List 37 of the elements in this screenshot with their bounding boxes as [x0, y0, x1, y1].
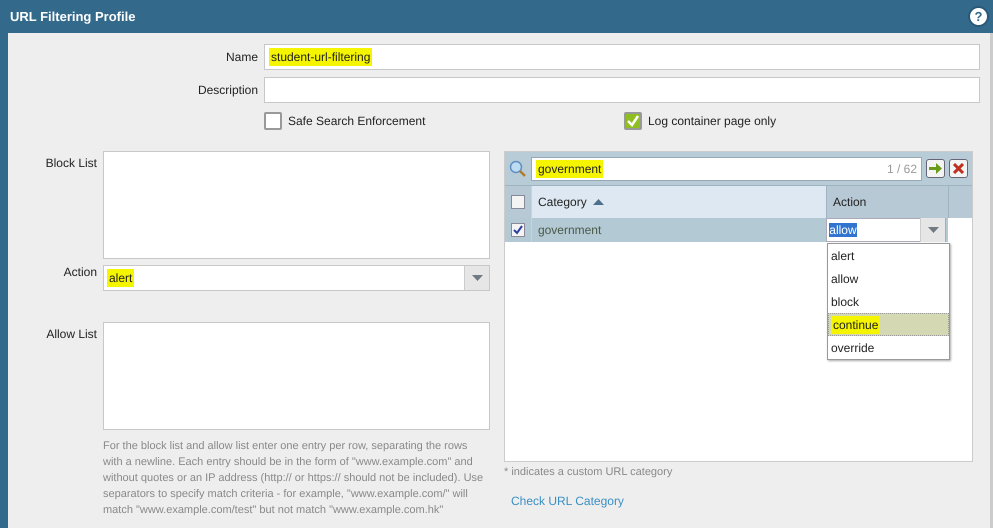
menu-item[interactable]: allow: [828, 267, 949, 290]
sort-up-icon: [592, 199, 604, 205]
menu-item[interactable]: override: [828, 336, 949, 359]
checkbox-label: Log container page only: [648, 114, 776, 128]
close-icon: [953, 163, 964, 174]
checkbox[interactable]: [624, 112, 642, 130]
field-label: Name: [224, 50, 258, 64]
window-title: URL Filtering Profile: [10, 9, 136, 24]
help-text: For the block list and allow list enter one entry per row, separating the rows with a newline. Each entry should be in the form of "www.example.com" and without quotes or an IP address (http:// or https:// should not be included). Use separators to specify match criteria - for example, "www.example.com/" will match "www.example.com/test" but not match "www.example.com.hk": [103, 439, 484, 518]
checkbox-label: Safe Search Enforcement: [288, 114, 426, 128]
note-text: * indicates a custom URL category: [504, 466, 674, 478]
search-field[interactable]: government 1 / 62: [531, 156, 922, 180]
search-icon: [509, 160, 527, 178]
arrow-right-icon: [929, 163, 942, 174]
action-dropdown[interactable]: allow: [826, 218, 946, 242]
field-label: Allow List: [45, 326, 97, 341]
help-icon[interactable]: ?: [970, 8, 987, 25]
menu-item[interactable]: alert: [828, 244, 949, 267]
caret-icon: [472, 275, 482, 281]
menu-item[interactable]: continue: [828, 313, 949, 336]
menu-item[interactable]: block: [828, 290, 949, 313]
block-list-field[interactable]: [103, 151, 490, 259]
checkbox[interactable]: [264, 112, 282, 130]
column-header[interactable]: Category: [532, 186, 827, 218]
checkbox[interactable]: [510, 223, 525, 237]
action-dropdown[interactable]: alert: [103, 265, 490, 291]
table-cell: government: [538, 223, 602, 237]
caret-icon: [928, 227, 939, 233]
field-label: Action: [62, 265, 97, 281]
allow-list-field[interactable]: [103, 322, 490, 430]
name-field[interactable]: student-url-filtering: [264, 44, 980, 70]
go-button[interactable]: [926, 159, 945, 178]
description-field[interactable]: [264, 77, 980, 103]
field-label: Block List: [44, 155, 97, 170]
field-label: Description: [196, 83, 258, 97]
checkbox[interactable]: [511, 195, 525, 209]
clear-button[interactable]: [949, 159, 968, 178]
